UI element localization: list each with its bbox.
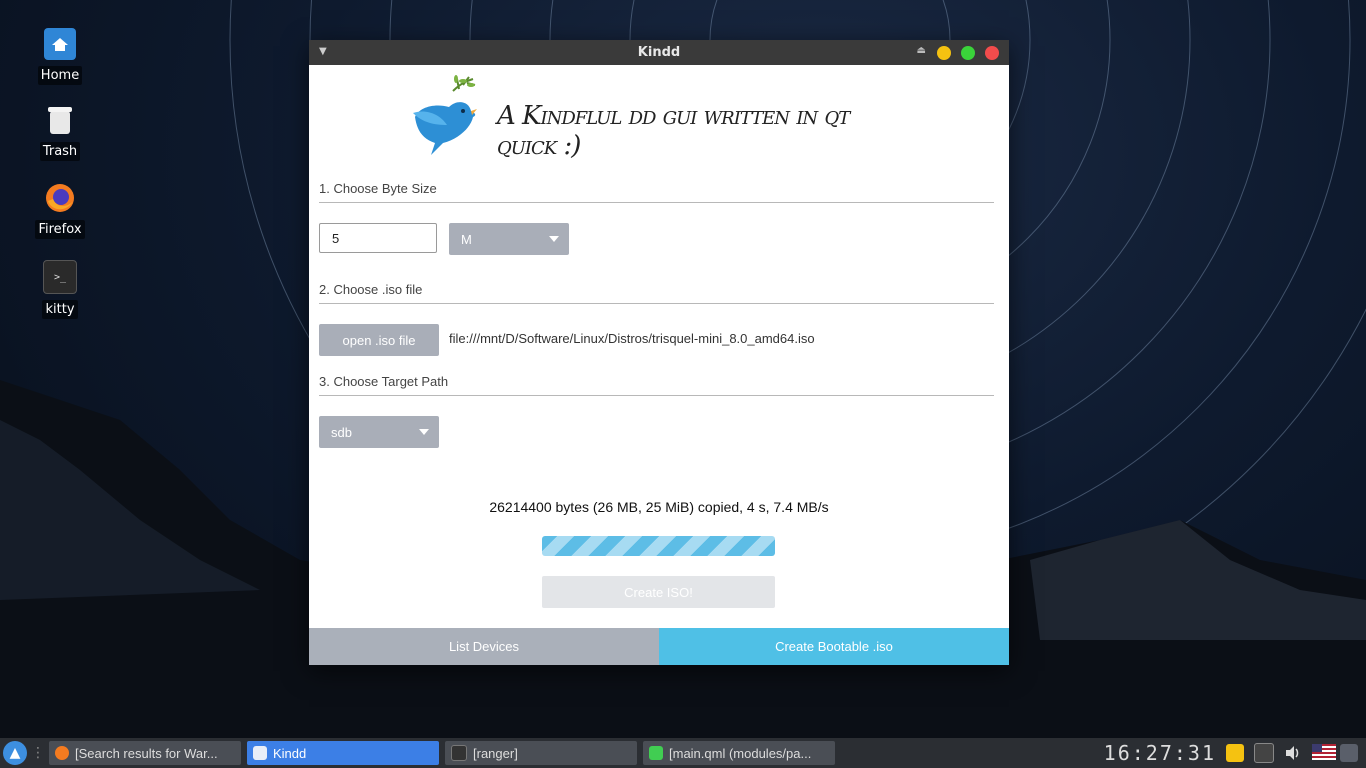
- desktop-icon-label: kitty: [42, 300, 78, 319]
- desktop-icon-firefox[interactable]: Firefox: [30, 182, 90, 239]
- window-menu-icon[interactable]: ▼: [319, 46, 327, 57]
- app-tagline: A Kindflul dd gui written in qt quick :): [497, 101, 850, 161]
- firefox-icon: [55, 746, 69, 760]
- bluebird-logo-icon: [413, 75, 477, 155]
- progress-bar: [542, 536, 775, 556]
- section-title-iso: 2. Choose .iso file: [319, 282, 423, 297]
- bottom-tab-bar: List Devices Create Bootable .iso: [309, 628, 1009, 665]
- section-title-target: 3. Choose Target Path: [319, 374, 449, 389]
- kindd-window: ▼ Kindd ⏏ A Kindflul dd gui written in q…: [309, 40, 1009, 665]
- copy-status-text: 26214400 bytes (26 MB, 25 MiB) copied, 4…: [489, 499, 829, 515]
- task-label: Kindd: [273, 745, 307, 761]
- open-iso-button[interactable]: open .iso file: [319, 324, 439, 356]
- divider: [319, 303, 994, 304]
- folder-home-icon: [44, 28, 76, 60]
- terminal-icon: [451, 745, 467, 761]
- task-kindd[interactable]: Kindd: [247, 741, 439, 765]
- firefox-icon: [44, 182, 76, 214]
- window-content: A Kindflul dd gui written in qt quick :)…: [309, 65, 1009, 665]
- window-titlebar[interactable]: ▼ Kindd ⏏: [309, 40, 1009, 65]
- task-label: [main.qml (modules/pa...: [669, 745, 812, 761]
- maximize-button[interactable]: [961, 46, 975, 60]
- clipboard-icon[interactable]: [1226, 744, 1244, 762]
- target-device-dropdown[interactable]: sdb: [319, 416, 439, 448]
- taskbar-separator: ⋮: [31, 745, 45, 761]
- iso-path-text: file:///mnt/D/Software/Linux/Distros/tri…: [449, 331, 815, 346]
- chevron-down-icon: [419, 429, 429, 435]
- desktop-icon-trash[interactable]: Trash: [30, 104, 90, 161]
- terminal-icon: >_: [43, 260, 77, 294]
- window-icon: [253, 746, 267, 760]
- minimize-button[interactable]: [937, 46, 951, 60]
- byte-size-input[interactable]: 5: [319, 223, 437, 253]
- create-bootable-button[interactable]: Create Bootable .iso: [659, 628, 1009, 665]
- target-device-selected: sdb: [331, 424, 352, 440]
- desktop-icon-home[interactable]: Home: [30, 28, 90, 85]
- byte-unit-selected: M: [461, 231, 472, 247]
- task-label: [Search results for War...: [75, 745, 218, 761]
- system-tray: 16:27:31: [1104, 741, 1358, 765]
- desktop-icon-label: Firefox: [35, 220, 85, 239]
- desktop-icon-label: Trash: [39, 142, 81, 161]
- task-label: [ranger]: [473, 745, 518, 761]
- task-ranger[interactable]: [ranger]: [445, 741, 637, 765]
- desktop-icon-kitty[interactable]: >_ kitty: [30, 260, 90, 319]
- system-monitor-icon[interactable]: [1254, 743, 1274, 763]
- qt-creator-icon: [649, 746, 663, 760]
- section-title-byte-size: 1. Choose Byte Size: [319, 181, 437, 196]
- taskbar: ▲ ⋮ [Search results for War... Kindd [ra…: [0, 738, 1366, 768]
- keyboard-layout-flag-icon[interactable]: [1312, 744, 1336, 762]
- shade-icon[interactable]: ⏏: [917, 45, 926, 56]
- user-icon[interactable]: [1340, 744, 1358, 762]
- list-devices-button[interactable]: List Devices: [309, 628, 659, 665]
- clock[interactable]: 16:27:31: [1104, 741, 1216, 765]
- divider: [319, 395, 994, 396]
- app-launcher-icon[interactable]: ▲: [3, 741, 27, 765]
- task-qt-creator[interactable]: [main.qml (modules/pa...: [643, 741, 835, 765]
- trash-icon: [44, 104, 76, 136]
- byte-unit-dropdown[interactable]: M: [449, 223, 569, 255]
- desktop-icon-label: Home: [37, 66, 83, 85]
- volume-icon[interactable]: [1284, 744, 1302, 762]
- divider: [319, 202, 994, 203]
- create-iso-button[interactable]: Create ISO!: [542, 576, 775, 608]
- close-button[interactable]: [985, 46, 999, 60]
- task-firefox[interactable]: [Search results for War...: [49, 741, 241, 765]
- window-title: Kindd: [637, 45, 681, 60]
- chevron-down-icon: [549, 236, 559, 242]
- app-header: A Kindflul dd gui written in qt quick :): [409, 73, 909, 173]
